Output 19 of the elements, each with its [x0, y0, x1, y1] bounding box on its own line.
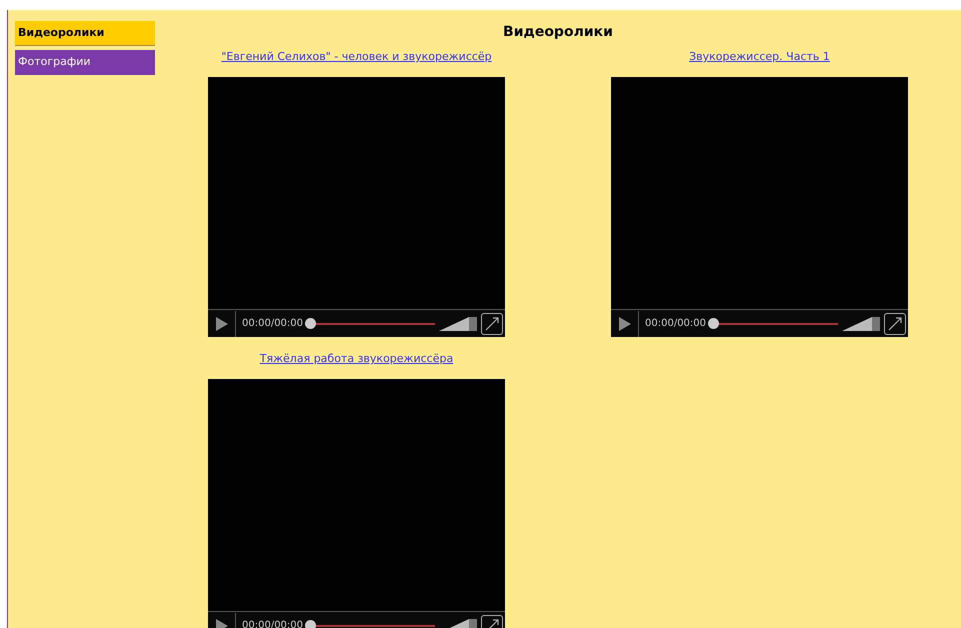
fullscreen-button[interactable] — [481, 312, 503, 334]
fullscreen-button[interactable] — [884, 312, 906, 334]
expand-icon — [485, 316, 499, 330]
volume-icon[interactable] — [439, 316, 477, 330]
seek-bar[interactable] — [305, 318, 436, 330]
sidebar-item[interactable]: Видеоролики — [15, 21, 155, 46]
video-link[interactable]: Тяжёлая работа звукорежиссёра — [260, 351, 454, 371]
seek-bar[interactable] — [708, 318, 838, 330]
sidebar-item[interactable]: Фотографии — [15, 50, 155, 75]
time-display: 00:00/00:00 — [242, 318, 304, 328]
play-icon — [216, 316, 228, 330]
volume-icon[interactable] — [842, 316, 880, 330]
play-icon — [618, 316, 630, 330]
page-title: Видеоролики — [503, 23, 613, 42]
video-link[interactable]: "Евгений Селихов" - человек и звукорежиссёр — [221, 49, 492, 69]
time-display: 00:00/00:00 — [645, 318, 706, 328]
video-link[interactable]: Звукорежиссер. Часть 1 — [689, 49, 830, 69]
seek-bar[interactable] — [305, 620, 436, 628]
expand-icon — [888, 316, 902, 330]
